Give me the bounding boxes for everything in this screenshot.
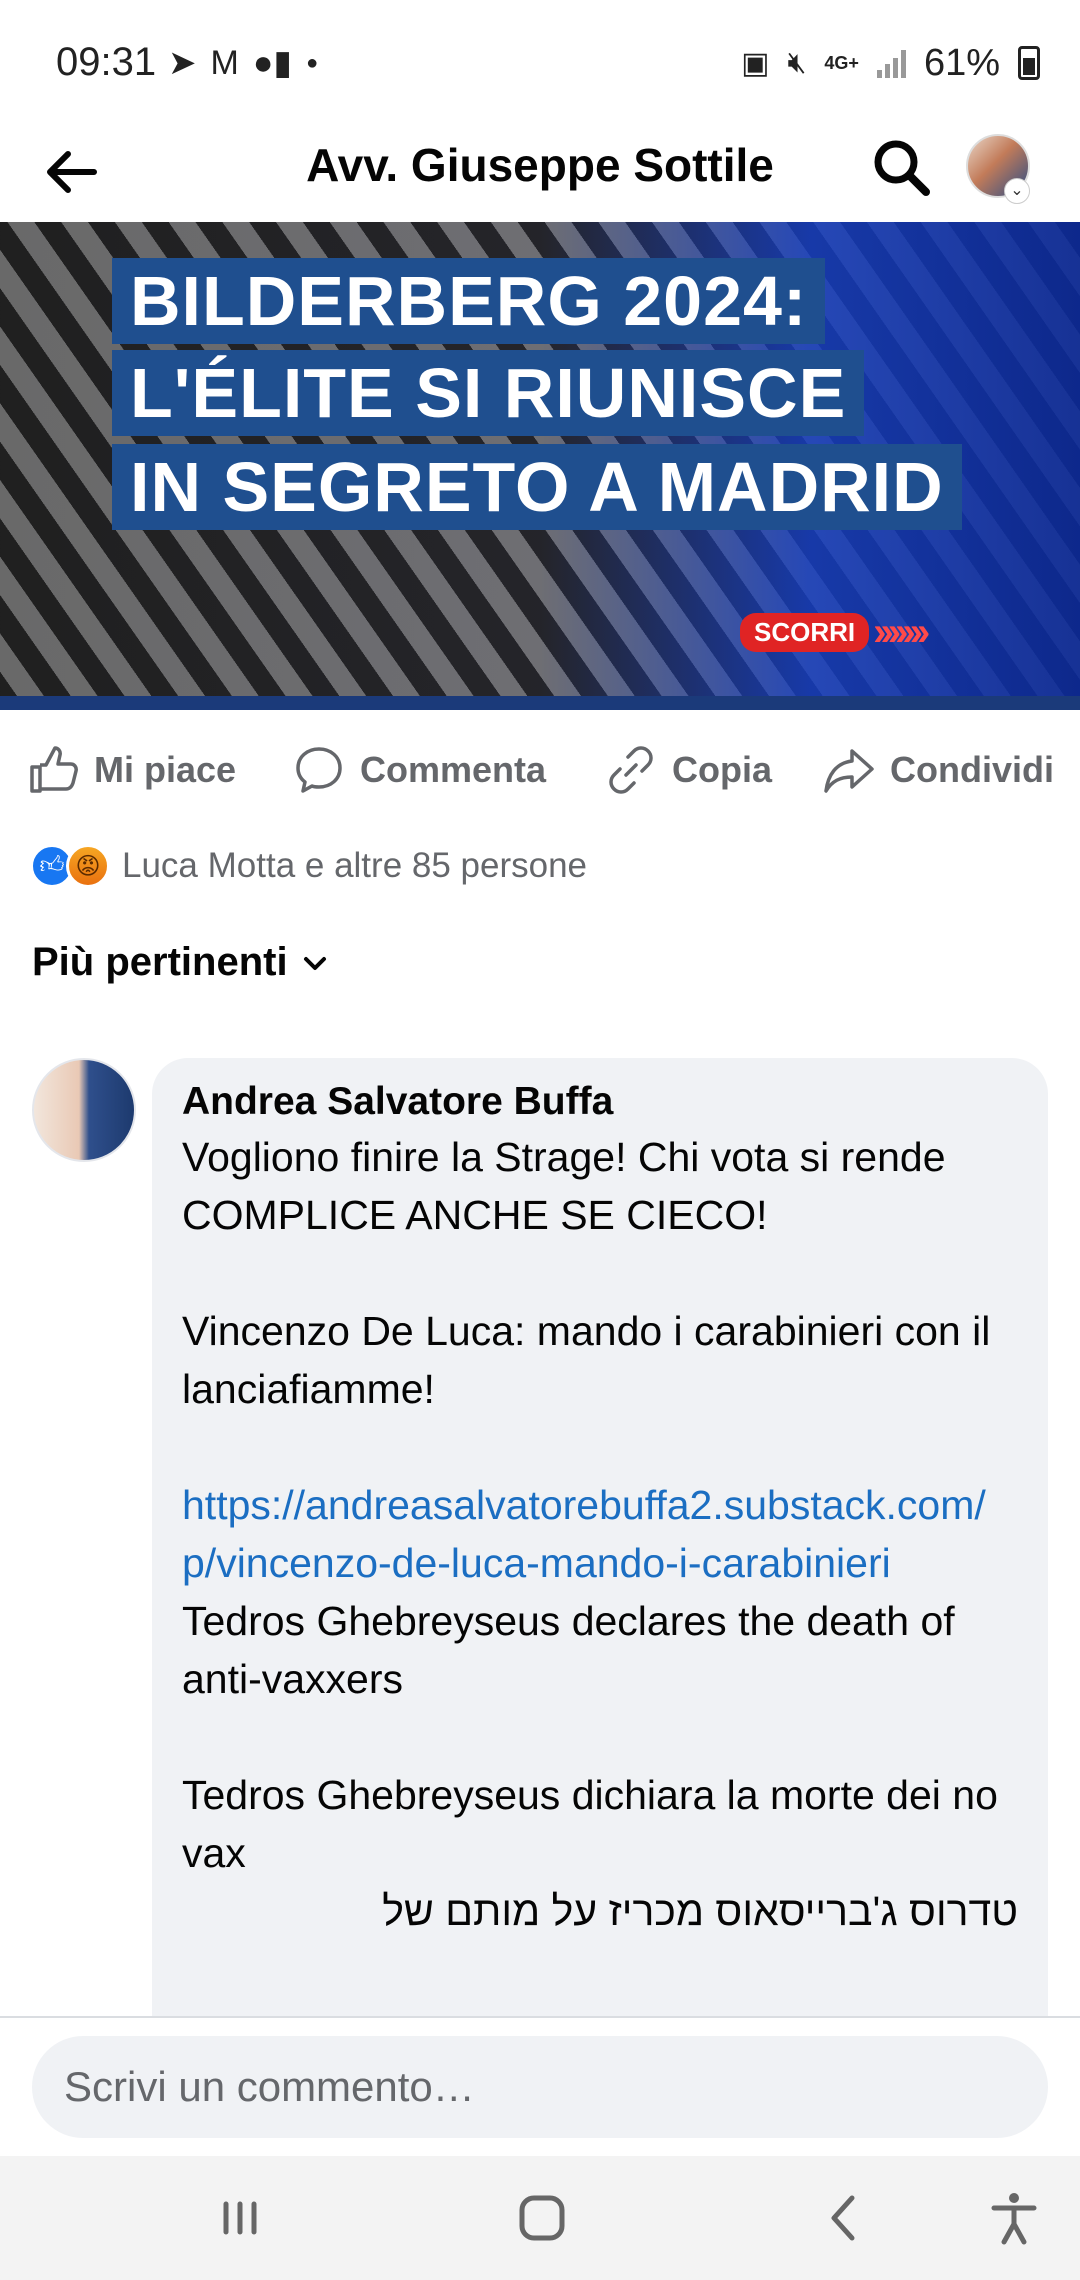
angry-reaction-icon: 😡︎ <box>66 844 110 888</box>
recent-apps-icon[interactable] <box>208 2186 272 2250</box>
battery-icon <box>1018 46 1040 80</box>
copy-link-button[interactable]: Copia <box>604 740 772 800</box>
status-bar: 09:31 ➤ M ●▮ ● ▣ 🔇︎ 4G+ 61% <box>0 0 1080 120</box>
comment-text-hebrew: טדרוס ג'ברייסאוס מכריז על מותם של <box>382 1888 1018 1934</box>
thumbs-up-icon <box>30 746 78 793</box>
comment-link[interactable]: https://andreasalvatorebuffa2.substack.c… <box>182 1476 1018 1592</box>
share-label: Condividi <box>890 749 1054 790</box>
system-icons: ▣ 🔇︎ 4G+ 61% <box>741 40 1040 86</box>
comment-sort-dropdown[interactable]: Più pertinenti <box>32 940 330 985</box>
search-icon[interactable] <box>870 136 932 198</box>
share-button[interactable]: Condividi <box>822 740 1054 800</box>
comment-text-2: Vincenzo De Luca: mando i carabinieri co… <box>182 1308 991 1412</box>
comment-text-1: Vogliono finire la Strage! Chi vota si r… <box>182 1134 946 1238</box>
more-notifications-icon: ● <box>306 51 319 74</box>
battery-saver-icon: ▣ <box>741 46 770 80</box>
headline-line-1: BILDERBERG 2024: <box>112 258 826 344</box>
comment-label: Commenta <box>360 749 547 790</box>
chevron-right-icon: ››››››› <box>873 610 930 654</box>
comment-text-4: Tedros Ghebreyseus dichiara la morte dei… <box>182 1772 998 1876</box>
headline-line-3: IN SEGRETO A MADRID <box>112 444 962 530</box>
like-button[interactable]: Mi piace <box>26 740 236 800</box>
comment-spacer <box>182 1708 1018 1766</box>
comment-spacer <box>182 1418 1018 1476</box>
post-actions: Mi piace Commenta Copia Condividi <box>0 710 1080 830</box>
comment-composer: Scrivi un commento… <box>0 2016 1080 2156</box>
battery-percent: 61% <box>923 41 1000 84</box>
voicemail-icon: ●▮ <box>252 44 293 82</box>
mute-icon: 🔇︎ <box>787 46 807 79</box>
page-header: Avv. Giuseppe Sottile ⌄ <box>0 120 1080 222</box>
reactions-summary[interactable]: 👍︎ 😡︎ Luca Motta e altre 85 persone <box>30 838 587 894</box>
comment-bubble-icon <box>296 747 342 793</box>
link-icon <box>609 746 653 794</box>
scroll-cta-label: SCORRI <box>740 613 870 652</box>
image-bottom-band <box>0 696 1080 710</box>
accessibility-icon[interactable] <box>982 2186 1046 2250</box>
sort-label: Più pertinenti <box>32 940 288 984</box>
chevron-down-icon <box>303 956 326 970</box>
like-label: Mi piace <box>94 749 237 790</box>
comment-text-3: Tedros Ghebreyseus declares the death of… <box>182 1598 955 1702</box>
system-nav-bar <box>0 2156 1080 2280</box>
back-icon[interactable] <box>812 2186 876 2250</box>
comment-bubble: Andrea Salvatore Buffa Vogliono finire l… <box>152 1058 1048 2038</box>
share-arrow-icon <box>824 749 874 793</box>
commenter-avatar[interactable] <box>32 1058 136 1162</box>
headline-line-2: L'ÉLITE SI RIUNISCE <box>112 350 865 436</box>
notification-icons: ➤ M ●▮ ● <box>168 40 318 86</box>
signal-icon <box>876 48 906 78</box>
status-time: 09:31 <box>56 40 157 84</box>
network-type: 4G+ <box>824 52 859 73</box>
chevron-down-icon[interactable]: ⌄ <box>1004 178 1030 204</box>
gmail-icon: M <box>210 43 239 82</box>
scroll-cta: SCORRI ››››››› <box>740 610 930 655</box>
reactions-text: Luca Motta e altre 85 persone <box>122 846 588 885</box>
comment-button[interactable]: Commenta <box>292 740 546 800</box>
comment-input[interactable]: Scrivi un commento… <box>32 2036 1048 2138</box>
comment-spacer <box>182 1244 1018 1302</box>
copy-label: Copia <box>672 749 773 790</box>
home-icon[interactable] <box>510 2186 574 2250</box>
telegram-icon: ➤ <box>168 44 197 82</box>
post-image[interactable]: BILDERBERG 2024: L'ÉLITE SI RIUNISCE IN … <box>0 222 1080 710</box>
comment-author[interactable]: Andrea Salvatore Buffa <box>182 1076 1018 1128</box>
